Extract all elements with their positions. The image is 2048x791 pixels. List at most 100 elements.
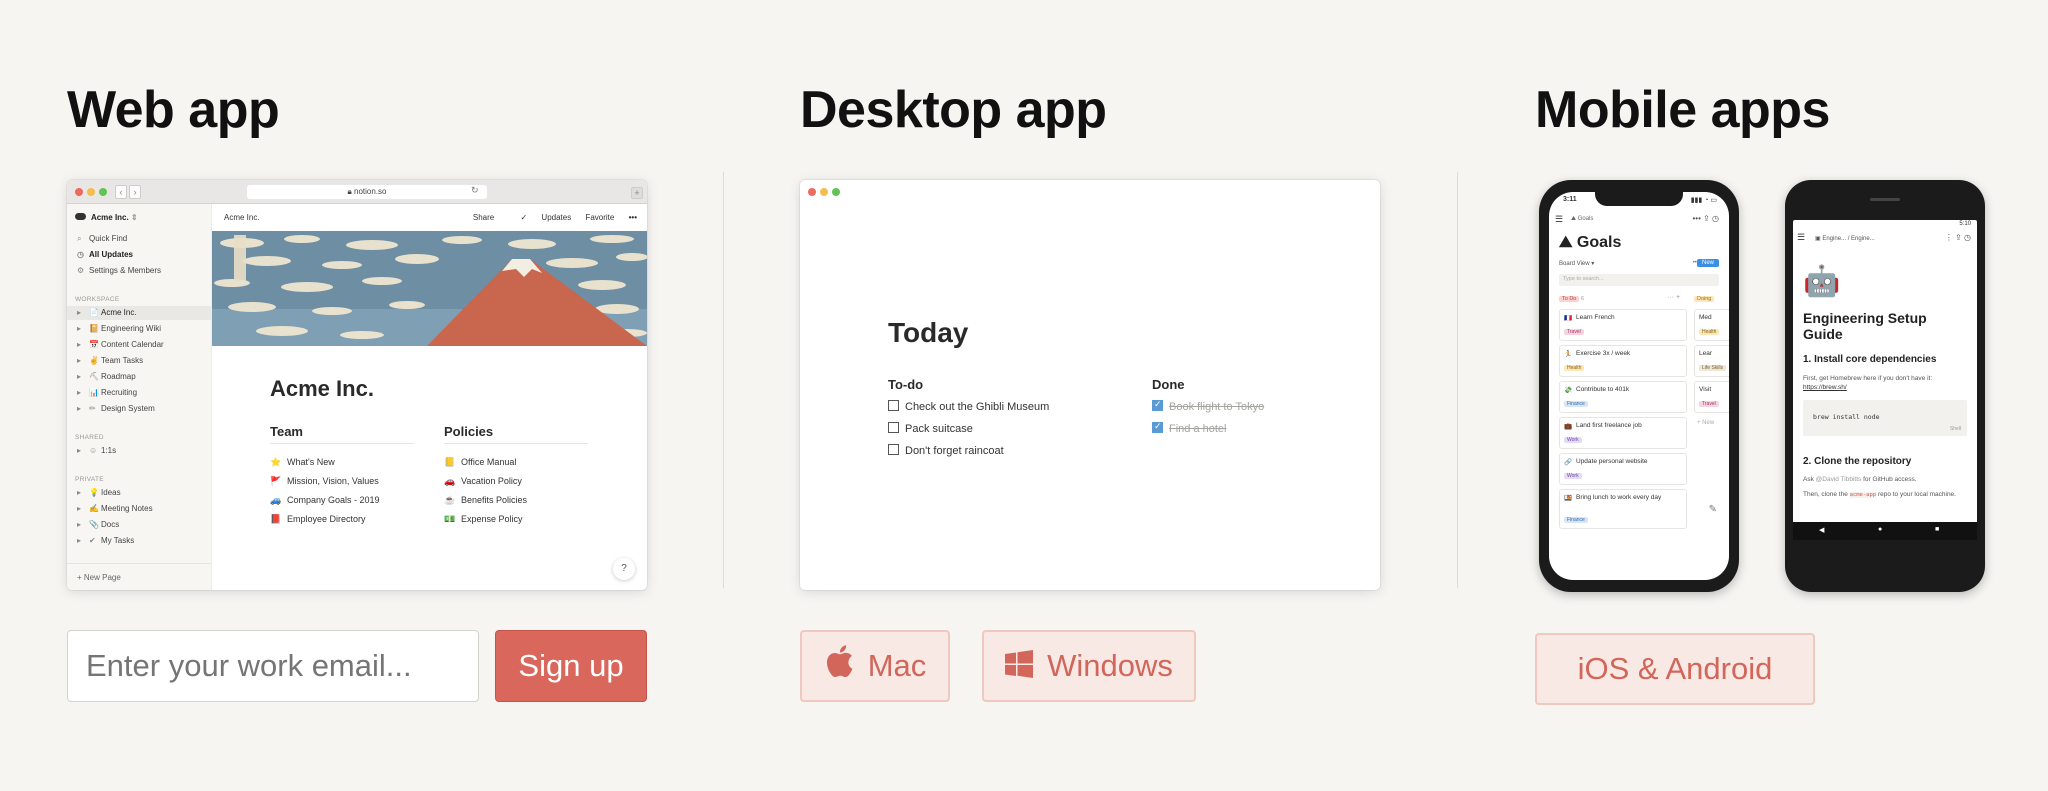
- inline-code: acme-app: [1849, 492, 1877, 498]
- flag-icon: 🚩: [270, 476, 282, 486]
- page-actions-icons[interactable]: ••• ⇪ ◷: [1692, 214, 1719, 223]
- work-email-input[interactable]: [67, 630, 479, 702]
- help-button[interactable]: ?: [613, 558, 635, 580]
- phone-notch: [1595, 190, 1683, 206]
- address-bar[interactable]: 🔒︎ notion.so: [247, 185, 487, 199]
- team-link-whats-new[interactable]: ⭐ What's New: [270, 457, 335, 468]
- page-title: ⛰ Goals: [1559, 234, 1622, 251]
- policy-link-benefits[interactable]: ☕ Benefits Policies: [444, 495, 527, 506]
- close-dot-icon[interactable]: [75, 188, 83, 196]
- hand-icon: ✌: [89, 356, 99, 365]
- board-card[interactable]: Med Health: [1694, 309, 1729, 341]
- hamburger-menu-icon[interactable]: ☰: [1797, 232, 1805, 243]
- sidebar-item-meeting-notes[interactable]: ▸ ✍ Meeting Notes: [77, 504, 153, 513]
- sidebar-item-settings[interactable]: ⚙ Settings & Members: [77, 266, 161, 275]
- breadcrumb[interactable]: ▣ Engine... / Engine...: [1815, 235, 1875, 242]
- checkbox[interactable]: [888, 400, 899, 411]
- team-link-employee-directory[interactable]: 📕 Employee Directory: [270, 514, 366, 525]
- new-page-button[interactable]: + New Page: [67, 563, 211, 590]
- paragraph: First, get Homebrew here if you don't ha…: [1803, 375, 1933, 391]
- done-item[interactable]: Find a hotel: [1152, 421, 1226, 435]
- board-card[interactable]: 🏃 Exercise 3x / week Health: [1559, 345, 1687, 377]
- web-app-window: ‹ › 🔒︎ notion.so ↻ + Acme Inc. ⇕ ⌕ Quick …: [67, 180, 647, 590]
- close-dot-icon[interactable]: [808, 188, 816, 196]
- board-card[interactable]: 💸 Contribute to 401k Finance: [1559, 381, 1687, 413]
- maximize-dot-icon[interactable]: [99, 188, 107, 196]
- checked-checkbox[interactable]: [1152, 399, 1163, 411]
- new-tab-plus-icon[interactable]: +: [631, 187, 643, 199]
- mobile-apps-heading: Mobile apps: [1535, 81, 1830, 139]
- signup-button[interactable]: Sign up: [495, 630, 647, 702]
- checkbox[interactable]: [888, 444, 899, 455]
- new-button[interactable]: New: [1696, 259, 1719, 267]
- policy-link-office-manual[interactable]: 📒 Office Manual: [444, 457, 516, 468]
- breadcrumb[interactable]: ⛰ Goals: [1571, 216, 1593, 223]
- paragraph: Ask @David Tibbitts for GitHub access.: [1803, 476, 1917, 483]
- board-card[interactable]: 🔗 Update personal website Work: [1559, 453, 1687, 485]
- sidebar-item-recruiting[interactable]: ▸ 📊 Recruiting: [77, 388, 137, 397]
- check-icon: ✓: [520, 213, 530, 222]
- updates-button[interactable]: ✓ Updates: [508, 213, 571, 222]
- checked-checkbox[interactable]: [1152, 421, 1163, 433]
- board-view-dropdown[interactable]: Board View ▾: [1559, 260, 1594, 267]
- back-arrow-icon[interactable]: ‹: [115, 185, 127, 199]
- sidebar-item-my-tasks[interactable]: ▸ ✔ My Tasks: [77, 536, 134, 545]
- back-triangle-icon[interactable]: ◀: [1819, 526, 1824, 534]
- triangle-right-icon: ▸: [77, 504, 82, 513]
- share-button[interactable]: Share: [473, 213, 494, 222]
- sidebar-item-all-updates[interactable]: ◷ All Updates: [77, 250, 133, 259]
- done-item[interactable]: Book flight to Tokyo: [1152, 399, 1264, 413]
- page-actions-icons[interactable]: ⋮ ⇪ ◷: [1945, 233, 1971, 242]
- board-card[interactable]: 🍱 Bring lunch to work every day Finance: [1559, 489, 1687, 529]
- hamburger-menu-icon[interactable]: ☰: [1555, 214, 1563, 225]
- sidebar-item-quick-find[interactable]: ⌕ Quick Find: [77, 234, 127, 244]
- maximize-dot-icon[interactable]: [832, 188, 840, 196]
- page-title: Engineering Setup Guide: [1803, 310, 1927, 342]
- minimize-dot-icon[interactable]: [820, 188, 828, 196]
- sidebar-item-docs[interactable]: ▸ 📎 Docs: [77, 520, 119, 529]
- policies-heading: Policies: [444, 424, 588, 444]
- minimize-dot-icon[interactable]: [87, 188, 95, 196]
- download-mac-button[interactable]: Mac: [800, 630, 950, 702]
- board-card[interactable]: 🇫🇷 Learn French Travel: [1559, 309, 1687, 341]
- board-card[interactable]: 💼 Land first freelance job Work: [1559, 417, 1687, 449]
- forward-arrow-icon[interactable]: ›: [129, 185, 141, 199]
- web-app-section: Web app ‹ › 🔒︎ notion.so ↻ + Acme Inc. ⇕…: [67, 0, 647, 791]
- sidebar-item-ideas[interactable]: ▸ 💡 Ideas: [77, 488, 121, 497]
- breadcrumb[interactable]: Acme Inc.: [224, 213, 260, 222]
- sidebar-item-engineering-wiki[interactable]: ▸ 📔 Engineering Wiki: [77, 324, 161, 333]
- policy-link-vacation[interactable]: 🚗 Vacation Policy: [444, 476, 522, 487]
- recents-square-icon[interactable]: ■: [1935, 526, 1939, 533]
- checkmark-icon: ✔: [89, 536, 96, 545]
- search-input[interactable]: Type to search...: [1559, 274, 1719, 286]
- compose-icon[interactable]: ✎: [1709, 504, 1717, 515]
- checkbox[interactable]: [888, 422, 899, 433]
- sidebar-item-design-system[interactable]: ▸ ✏ Design System: [77, 404, 155, 413]
- policy-link-expense[interactable]: 💵 Expense Policy: [444, 514, 523, 525]
- sidebar-item-roadmap[interactable]: ▸ ⛏ Roadmap: [77, 372, 136, 381]
- download-ios-android-button[interactable]: iOS & Android: [1535, 633, 1815, 705]
- sidebar-item-acme[interactable]: ▸ 📄 Acme Inc.: [77, 308, 137, 317]
- homebrew-link[interactable]: https://brew.sh/: [1803, 384, 1847, 391]
- reload-icon[interactable]: ↻: [471, 185, 479, 196]
- column-actions-icons[interactable]: ··· +: [1667, 294, 1680, 301]
- todo-item[interactable]: Don't forget raincoat: [888, 444, 1004, 457]
- triangle-right-icon: ▸: [77, 308, 82, 317]
- todo-item[interactable]: Check out the Ghibli Museum: [888, 400, 1049, 413]
- todo-item[interactable]: Pack suitcase: [888, 422, 973, 435]
- workspace-switcher[interactable]: Acme Inc. ⇕: [75, 213, 138, 222]
- add-new-card-button[interactable]: + New: [1697, 420, 1714, 426]
- favorite-button[interactable]: Favorite: [585, 213, 614, 222]
- car-icon: 🚙: [270, 495, 282, 505]
- home-circle-icon[interactable]: ●: [1878, 526, 1882, 533]
- sidebar-item-content-calendar[interactable]: ▸ 📅 Content Calendar: [77, 340, 164, 349]
- team-link-mission[interactable]: 🚩 Mission, Vision, Values: [270, 476, 379, 487]
- user-mention[interactable]: @David Tibbitts: [1816, 476, 1862, 483]
- more-options-icon[interactable]: •••: [629, 213, 637, 222]
- board-card[interactable]: Lear Life Skills: [1694, 345, 1729, 377]
- sidebar-item-1-1s[interactable]: ▸ ☺ 1:1s: [77, 446, 116, 455]
- team-link-company-goals[interactable]: 🚙 Company Goals - 2019: [270, 495, 380, 506]
- download-windows-button[interactable]: Windows: [982, 630, 1196, 702]
- board-card[interactable]: Visit Travel: [1694, 381, 1729, 413]
- sidebar-item-team-tasks[interactable]: ▸ ✌ Team Tasks: [77, 356, 143, 365]
